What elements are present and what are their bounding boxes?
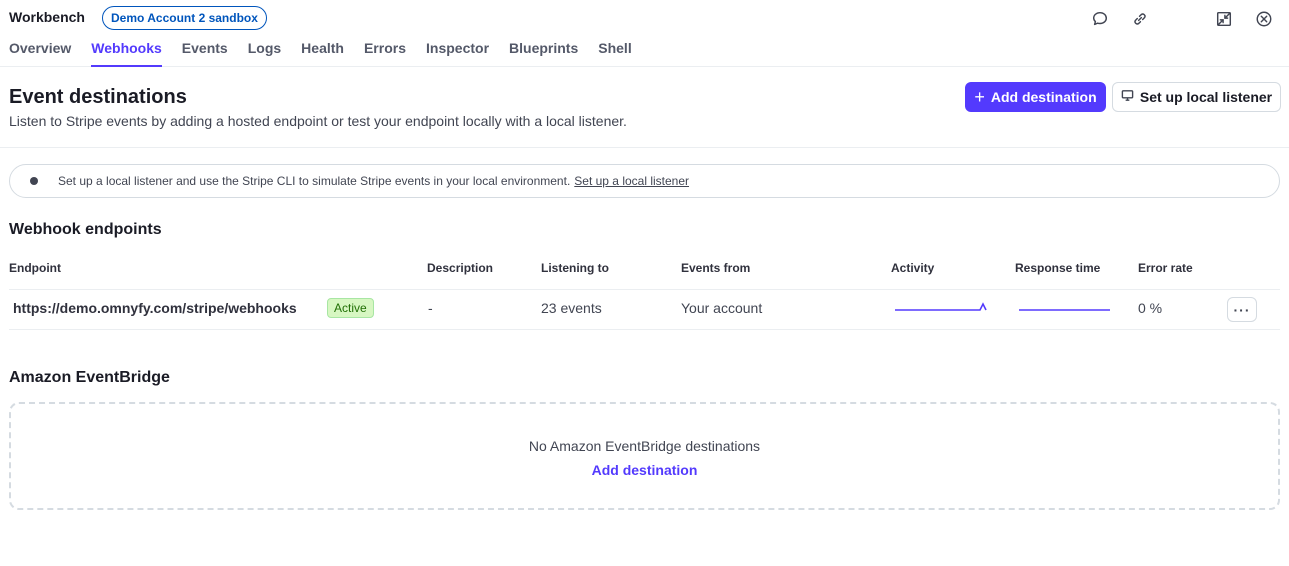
column-header-error-rate: Error rate: [1138, 261, 1193, 275]
column-header-listening-to: Listening to: [541, 261, 609, 275]
endpoint-description: -: [428, 300, 433, 316]
column-header-endpoint: Endpoint: [9, 261, 61, 275]
column-header-description: Description: [427, 261, 494, 275]
tab-errors[interactable]: Errors: [364, 39, 406, 67]
sandbox-badge[interactable]: Demo Account 2 sandbox: [102, 6, 267, 30]
local-listener-button[interactable]: Set up local listener: [1112, 82, 1281, 112]
tab-webhooks[interactable]: Webhooks: [91, 39, 162, 67]
endpoint-error-rate: 0 %: [1138, 300, 1163, 316]
tab-health[interactable]: Health: [301, 39, 344, 67]
status-badge: Active: [327, 298, 374, 318]
webhook-endpoints-title: Webhook endpoints: [9, 221, 162, 238]
eventbridge-empty-text: No Amazon EventBridge destinations: [528, 438, 761, 454]
endpoint-events-from: Your account: [681, 300, 763, 316]
collapse-icon[interactable]: [1214, 9, 1234, 29]
add-destination-label: Add destination: [990, 89, 1097, 105]
tab-blueprints[interactable]: Blueprints: [509, 39, 578, 67]
table-divider: [9, 329, 1280, 330]
eventbridge-add-destination-link[interactable]: Add destination: [11, 462, 1278, 478]
divider: [0, 147, 1289, 148]
endpoint-url[interactable]: https://demo.omnyfy.com/stripe/webhooks: [13, 300, 297, 316]
more-actions-button[interactable]: ···: [1227, 297, 1257, 322]
tab-inspector[interactable]: Inspector: [426, 39, 489, 67]
endpoint-listening-to: 23 events: [541, 300, 602, 316]
plus-icon: +: [974, 87, 985, 107]
link-icon[interactable]: [1130, 9, 1150, 29]
column-header-events-from: Events from: [681, 261, 751, 275]
local-listener-label: Set up local listener: [1139, 89, 1273, 105]
top-icons: [1090, 9, 1274, 29]
app-title: Workbench: [9, 9, 85, 25]
tab-events[interactable]: Events: [182, 39, 228, 67]
tab-logs[interactable]: Logs: [248, 39, 281, 67]
tab-bar: Overview Webhooks Events Logs Health Err…: [9, 39, 632, 67]
eventbridge-title: Amazon EventBridge: [9, 369, 170, 386]
feedback-icon[interactable]: [1090, 9, 1110, 29]
response-time-sparkline: [1019, 309, 1110, 311]
top-bar: Workbench Demo Account 2 sandbox Overvie…: [0, 0, 1289, 67]
page-title: Event destinations: [9, 86, 187, 108]
tab-overview[interactable]: Overview: [9, 39, 71, 67]
close-icon[interactable]: [1254, 9, 1274, 29]
column-header-activity: Activity: [891, 261, 935, 275]
column-header-response-time: Response time: [1015, 261, 1101, 275]
eventbridge-empty-state: No Amazon EventBridge destinations Add d…: [9, 402, 1280, 510]
banner-link[interactable]: Set up a local listener: [574, 174, 689, 188]
activity-sparkline: [895, 302, 987, 311]
local-listener-banner: Set up a local listener and use the Stri…: [9, 164, 1280, 198]
page-subtitle: Listen to Stripe events by adding a host…: [9, 113, 627, 129]
monitor-icon: [1121, 89, 1134, 105]
more-icon: ···: [1233, 301, 1251, 318]
add-destination-button[interactable]: + Add destination: [965, 82, 1106, 112]
table-divider: [9, 289, 1280, 290]
info-dot-icon: [30, 177, 38, 185]
banner-text: Set up a local listener and use the Stri…: [58, 174, 571, 188]
tab-shell[interactable]: Shell: [598, 39, 631, 67]
